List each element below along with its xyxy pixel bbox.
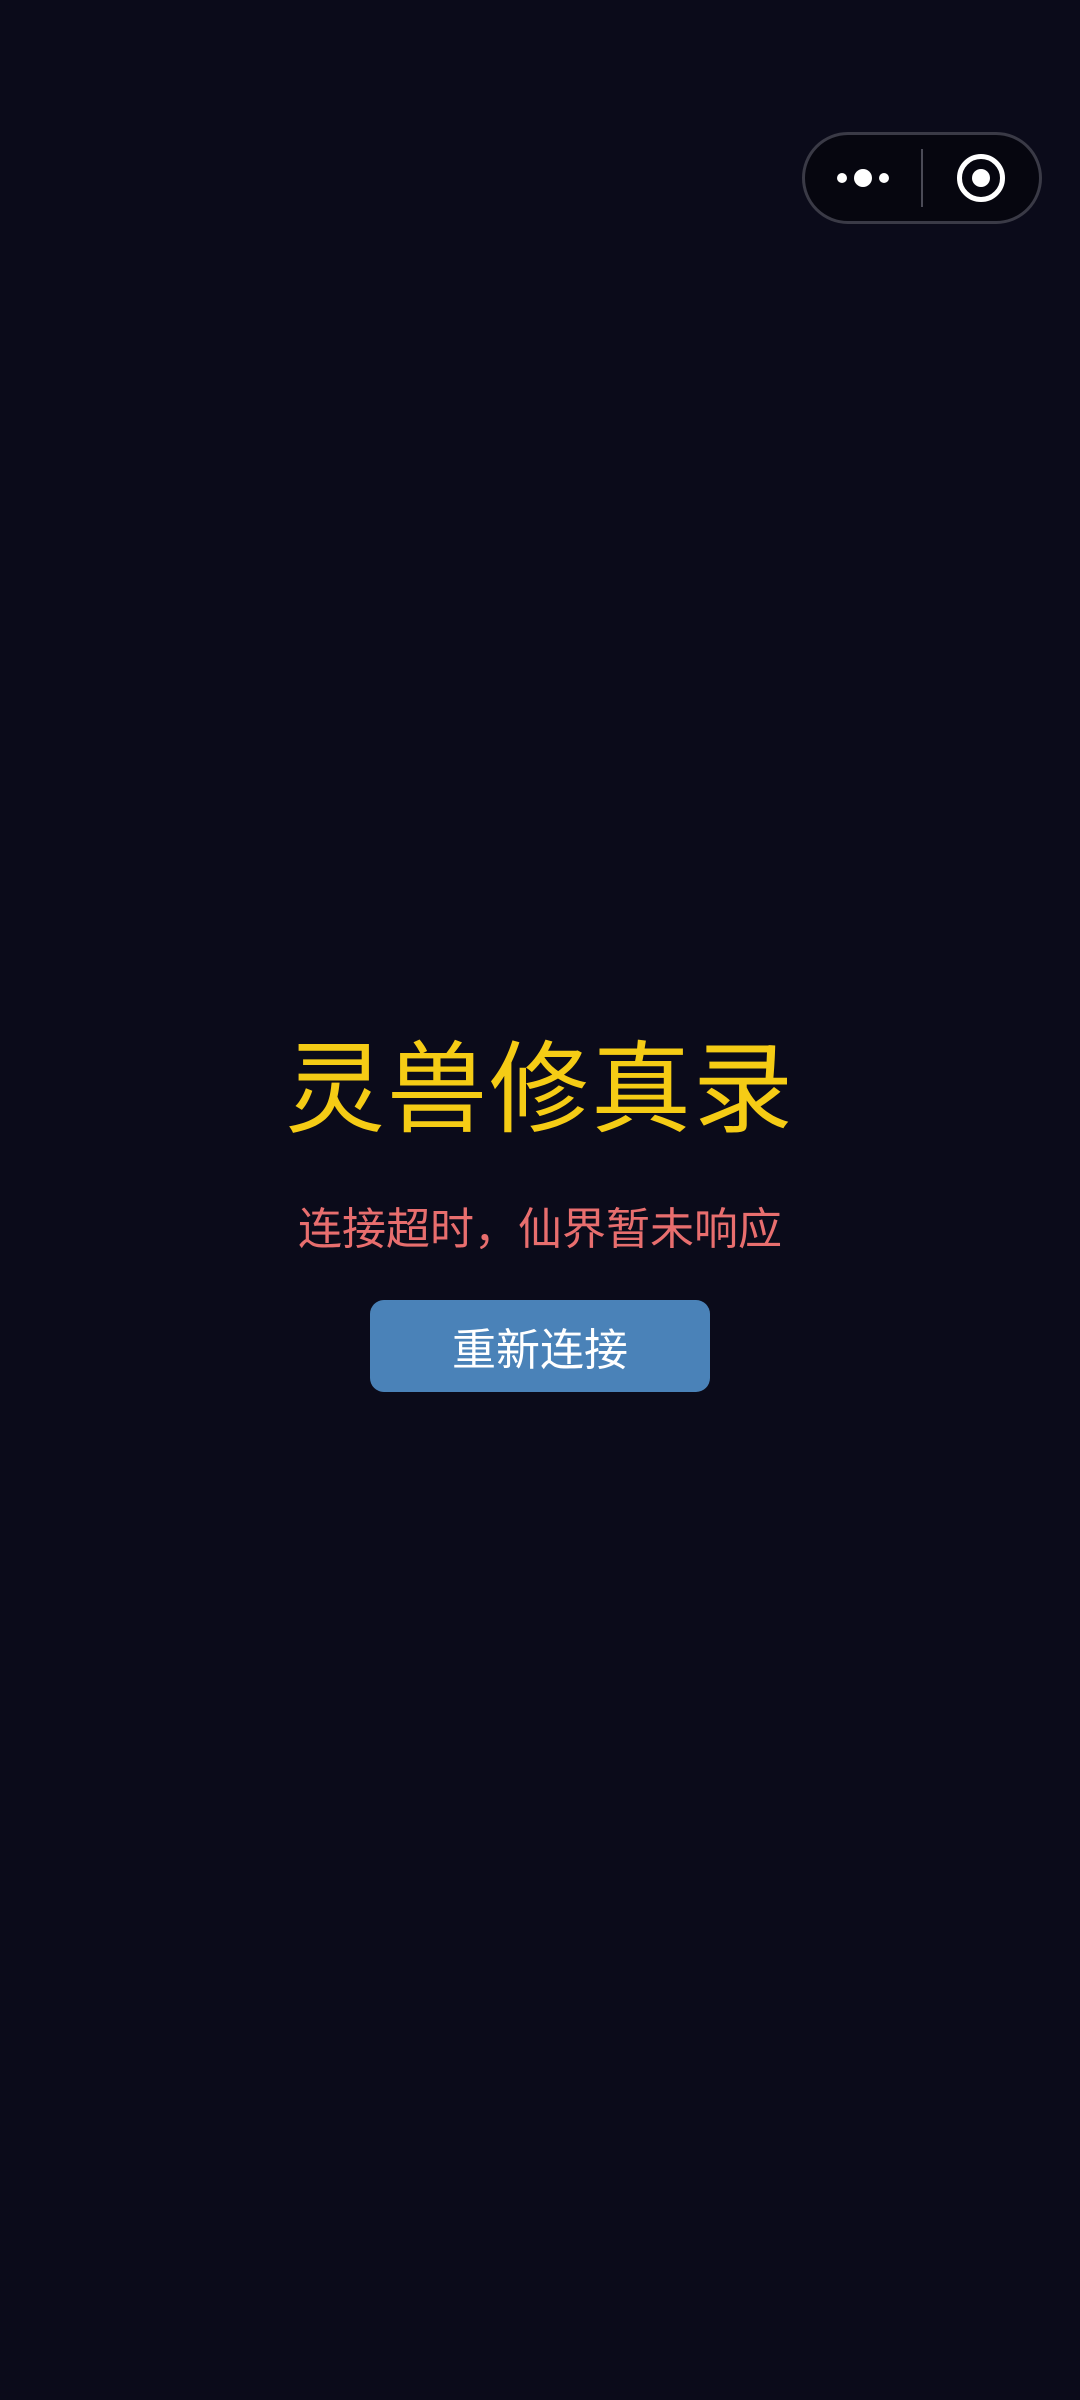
more-menu-button[interactable] [805,135,921,221]
mini-program-capsule [802,132,1042,224]
more-dots-icon [837,169,890,187]
error-message: 连接超时，仙界暂未响应 [298,1204,782,1255]
connection-error-panel: 灵兽修真录 连接超时，仙界暂未响应 重新连接 [0,1020,1080,1392]
reconnect-button[interactable]: 重新连接 [370,1300,710,1392]
close-mini-program-button[interactable] [923,135,1039,221]
target-circle-icon [957,154,1005,202]
game-title: 灵兽修真录 [285,1031,795,1148]
